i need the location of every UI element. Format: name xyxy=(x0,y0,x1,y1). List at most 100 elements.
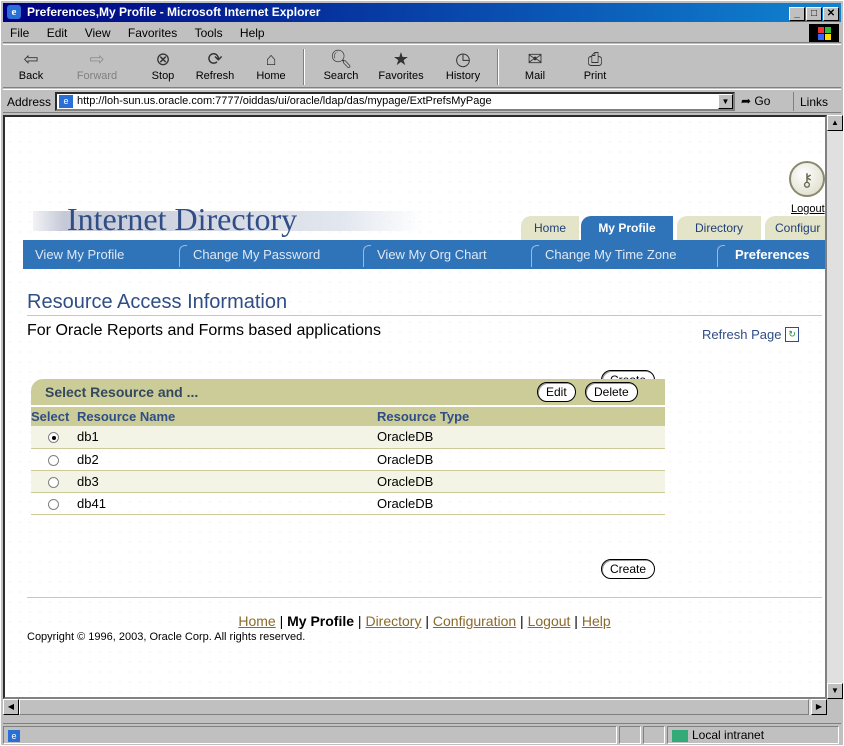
print-label: Print xyxy=(583,70,607,82)
subnav-divider xyxy=(179,245,187,267)
window-title: Preferences,My Profile - Microsoft Inter… xyxy=(27,5,321,19)
footer-help-link[interactable]: Help xyxy=(582,613,611,629)
search-button[interactable]: 🔍︎ Search xyxy=(315,47,367,87)
footer-divider xyxy=(27,597,822,598)
footer-configuration-link[interactable]: Configuration xyxy=(433,613,516,629)
delete-button[interactable]: Delete xyxy=(585,382,638,402)
tab-home[interactable]: Home xyxy=(521,216,579,240)
refresh-button[interactable]: ⟳ Refresh xyxy=(189,47,241,87)
logout-link[interactable]: Logout xyxy=(791,203,825,215)
status-main-pane: e xyxy=(3,726,617,744)
horizontal-scroll-thumb[interactable] xyxy=(19,699,809,715)
print-button[interactable]: ⎙ Print xyxy=(569,47,621,87)
windows-logo-icon xyxy=(809,24,839,42)
tab-directory[interactable]: Directory xyxy=(677,216,761,240)
tab-configuration[interactable]: Configur xyxy=(765,216,825,240)
resource-table: Select Resource Name Resource Type db1 O… xyxy=(31,407,665,515)
favorites-button[interactable]: ★ Favorites xyxy=(375,47,427,87)
subnav-view-my-org-chart[interactable]: View My Org Chart xyxy=(377,247,487,262)
table-title: Select Resource and ... xyxy=(45,384,199,400)
key-logo-icon: ⚷ xyxy=(789,161,825,197)
menu-view[interactable]: View xyxy=(78,23,118,43)
back-button[interactable]: ⇦ Back xyxy=(5,47,57,87)
row-radio[interactable] xyxy=(47,476,59,488)
resource-name-cell: db1 xyxy=(75,426,375,449)
subnav-view-my-profile[interactable]: View My Profile xyxy=(35,247,124,262)
menu-bar: File Edit View Favorites Tools Help xyxy=(3,23,841,43)
menu-favorites[interactable]: Favorites xyxy=(121,23,184,43)
close-button[interactable]: ✕ xyxy=(823,7,839,21)
scroll-up-icon[interactable]: ▲ xyxy=(827,115,843,131)
select-cell xyxy=(31,426,75,449)
column-header-resource-type[interactable]: Resource Type xyxy=(375,407,665,426)
stop-button[interactable]: ⊗ Stop xyxy=(137,47,189,87)
vertical-scrollbar[interactable]: ▲ ▼ xyxy=(827,115,843,699)
resource-name-cell: db3 xyxy=(75,470,375,493)
edit-button[interactable]: Edit xyxy=(537,382,576,402)
resource-type-cell: OracleDB xyxy=(375,492,665,515)
scroll-right-icon[interactable]: ▶ xyxy=(811,699,827,715)
table-row: db41 OracleDB xyxy=(31,492,665,515)
address-url: http://loh-sun.us.oracle.com:7777/oiddas… xyxy=(77,95,492,107)
favorites-icon: ★ xyxy=(392,49,410,69)
forward-arrow-icon: ⇨ xyxy=(89,49,105,69)
refresh-page-link[interactable]: Refresh Page ↻ xyxy=(702,327,800,342)
menu-help[interactable]: Help xyxy=(233,23,272,43)
footer-my-profile: My Profile xyxy=(287,613,355,629)
menu-edit[interactable]: Edit xyxy=(40,23,75,43)
status-pane xyxy=(619,726,641,744)
tab-my-profile[interactable]: My Profile xyxy=(581,216,673,240)
footer-directory-link[interactable]: Directory xyxy=(365,613,421,629)
history-label: History xyxy=(445,70,481,82)
maximize-button[interactable]: □ xyxy=(806,7,822,21)
scroll-down-icon[interactable]: ▼ xyxy=(827,683,843,699)
toolbar-separator xyxy=(497,49,499,85)
toolbar-separator xyxy=(303,49,305,85)
subnav-preferences[interactable]: Preferences xyxy=(735,247,809,262)
intranet-zone-icon xyxy=(672,729,688,742)
resource-type-cell: OracleDB xyxy=(375,448,665,471)
home-button[interactable]: ⌂ Home xyxy=(245,47,297,87)
browser-window: e Preferences,My Profile - Microsoft Int… xyxy=(0,0,844,746)
mail-button[interactable]: ✉ Mail xyxy=(509,47,561,87)
brand-title: Internet Directory xyxy=(67,201,298,237)
forward-button[interactable]: ⇨ Forward xyxy=(71,47,123,87)
go-button[interactable]: ➦ Go xyxy=(741,94,770,108)
forward-label: Forward xyxy=(76,70,118,82)
table-row: db3 OracleDB xyxy=(31,470,665,493)
subnav-divider xyxy=(717,245,725,267)
subnav-divider xyxy=(363,245,371,267)
zone-label: Local intranet xyxy=(692,728,765,742)
menu-file[interactable]: File xyxy=(3,23,36,43)
footer-logout-link[interactable]: Logout xyxy=(528,613,571,629)
row-radio[interactable] xyxy=(47,498,59,510)
address-dropdown-button[interactable]: ▼ xyxy=(718,94,733,109)
table-header-bar: Select Resource and ... Edit Delete xyxy=(31,379,665,405)
row-radio[interactable] xyxy=(47,454,59,466)
create-button-bottom[interactable]: Create xyxy=(601,559,656,579)
resource-type-cell: OracleDB xyxy=(375,470,665,493)
select-cell xyxy=(31,470,75,493)
footer-home-link[interactable]: Home xyxy=(238,613,275,629)
horizontal-scrollbar[interactable]: ◀ ▶ xyxy=(3,699,827,715)
history-button[interactable]: ◷ History xyxy=(437,47,489,87)
ie-page-icon: e xyxy=(8,730,20,742)
refresh-icon: ⟳ xyxy=(207,49,223,69)
minimize-button[interactable]: _ xyxy=(789,7,805,21)
table-row: db1 OracleDB xyxy=(31,426,665,449)
column-header-resource-name[interactable]: Resource Name xyxy=(75,407,375,426)
sub-navigation: View My Profile Change My Password View … xyxy=(23,240,825,269)
subnav-change-my-time-zone[interactable]: Change My Time Zone xyxy=(545,247,677,262)
menu-tools[interactable]: Tools xyxy=(188,23,230,43)
select-cell xyxy=(31,492,75,515)
row-radio[interactable] xyxy=(47,432,59,444)
links-button[interactable]: Links xyxy=(793,92,834,111)
address-label: Address xyxy=(7,95,52,109)
title-bar: e Preferences,My Profile - Microsoft Int… xyxy=(3,3,841,22)
page-subtitle: For Oracle Reports and Forms based appli… xyxy=(27,322,381,339)
subnav-change-my-password[interactable]: Change My Password xyxy=(193,247,320,262)
resource-type-cell: OracleDB xyxy=(375,426,665,449)
address-input[interactable]: e http://loh-sun.us.oracle.com:7777/oidd… xyxy=(55,92,735,111)
resource-name-cell: db2 xyxy=(75,448,375,471)
scroll-left-icon[interactable]: ◀ xyxy=(3,699,19,715)
